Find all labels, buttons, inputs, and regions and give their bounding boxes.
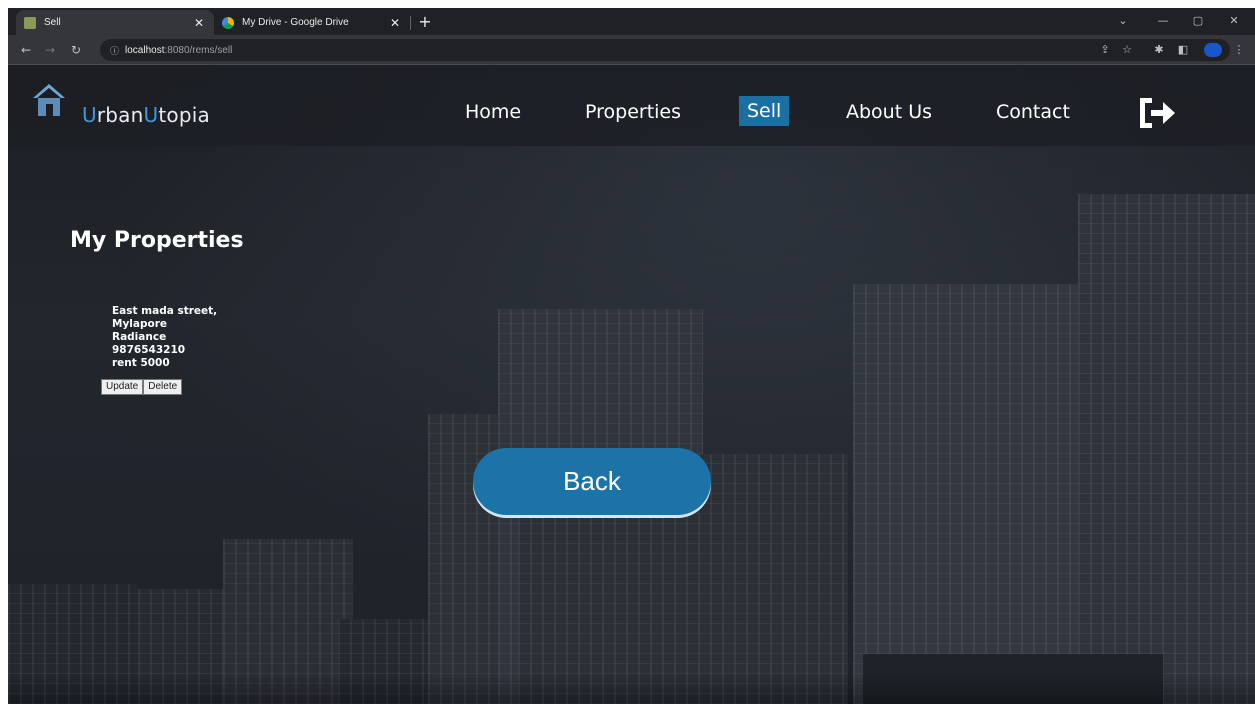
star-icon[interactable]: ☆ [1118, 40, 1136, 60]
back-button[interactable]: Back [473, 448, 711, 515]
brand-letter: U [82, 103, 97, 127]
tab-separator [410, 16, 411, 30]
update-button[interactable]: Update [101, 379, 144, 395]
address-bar[interactable]: ⓘ localhost:8080/rems/sell [100, 39, 1230, 61]
brand-text: rban [96, 103, 144, 127]
plus-icon[interactable]: + [415, 12, 435, 32]
side-panel-icon[interactable]: ◧ [1174, 40, 1192, 60]
browser-toolbar: ← → ↻ ⓘ localhost:8080/rems/sell ⇪ ☆ ✱ ◧… [8, 35, 1255, 65]
back-arrow-icon[interactable]: ← [16, 40, 36, 60]
close-window-icon[interactable]: ✕ [1220, 10, 1248, 32]
nav-home[interactable]: Home [465, 101, 521, 123]
close-icon[interactable]: ✕ [388, 16, 402, 30]
close-icon[interactable]: ✕ [192, 16, 206, 30]
extensions-icon[interactable]: ✱ [1150, 40, 1168, 60]
info-icon[interactable]: ⓘ [110, 44, 119, 57]
chevron-down-icon[interactable]: ⌄ [1109, 10, 1137, 32]
tab-strip: Sell ✕ My Drive - Google Drive ✕ + ⌄ — ▢… [8, 8, 1255, 35]
site-navbar: UrbanUtopia Home Properties Sell About U… [8, 65, 1255, 146]
profile-avatar[interactable] [1204, 43, 1222, 57]
nav-about-us[interactable]: About Us [846, 101, 932, 123]
sell-favicon-icon [24, 16, 36, 29]
property-details: East mada street, Mylapore Radiance 9876… [112, 305, 217, 370]
reload-icon[interactable]: ↻ [66, 40, 86, 60]
property-phone: 9876543210 [112, 344, 186, 356]
restore-icon[interactable]: ▢ [1184, 10, 1212, 32]
brand-text: topia [158, 103, 210, 127]
brand-letter: U [143, 103, 159, 127]
property-rent: rent 5000 [112, 357, 170, 369]
google-drive-icon [222, 16, 234, 29]
menu-dots-icon[interactable]: ⋮ [1230, 40, 1248, 60]
nav-properties[interactable]: Properties [585, 101, 681, 123]
brand-name[interactable]: UrbanUtopia [82, 103, 210, 127]
property-address-line: East mada street, [112, 305, 218, 317]
tab-sell[interactable]: Sell ✕ [16, 10, 214, 35]
share-icon[interactable]: ⇪ [1096, 40, 1114, 60]
nav-contact[interactable]: Contact [996, 101, 1070, 123]
tab-title: Sell [44, 17, 61, 28]
page-content: UrbanUtopia Home Properties Sell About U… [8, 65, 1255, 704]
page-title: My Properties [70, 228, 244, 253]
property-locality: Mylapore [112, 318, 168, 330]
nav-sell[interactable]: Sell [739, 96, 790, 126]
minimize-icon[interactable]: — [1149, 10, 1177, 32]
address-path: :8080/rems/sell [164, 44, 233, 56]
browser-window: Sell ✕ My Drive - Google Drive ✕ + ⌄ — ▢… [8, 8, 1255, 704]
forward-arrow-icon[interactable]: → [40, 40, 60, 60]
tab-google-drive[interactable]: My Drive - Google Drive ✕ [214, 10, 410, 35]
property-actions: Update Delete [101, 379, 183, 395]
address-host: localhost [125, 44, 165, 56]
tab-title: My Drive - Google Drive [242, 17, 349, 28]
property-name: Radiance [112, 331, 167, 343]
delete-button[interactable]: Delete [143, 379, 183, 395]
home-icon [33, 84, 65, 116]
logout-icon[interactable] [1137, 95, 1181, 131]
